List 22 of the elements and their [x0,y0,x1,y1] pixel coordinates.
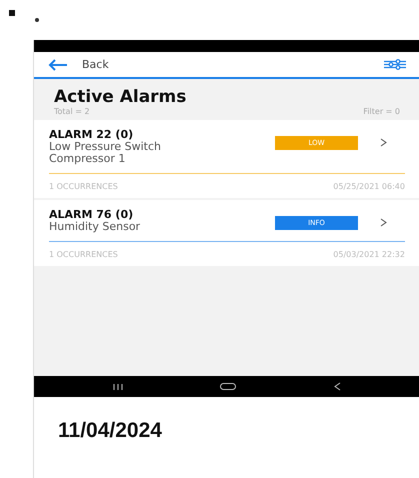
chevron-right-icon[interactable] [380,138,387,147]
home-icon[interactable] [220,383,236,390]
alarm-description: Humidity Sensor [49,221,142,233]
recent-apps-icon[interactable] [112,384,123,390]
occurrence-count: 1 OCCURRENCES [49,182,118,191]
alarm-description: Low Pressure Switch Compressor 1 [49,141,162,165]
dot-icon [35,18,39,22]
total-count: Total = 2 [54,107,90,116]
chevron-right-icon[interactable] [380,218,387,227]
filter-settings-icon[interactable] [384,59,406,70]
back-icon[interactable] [334,382,342,391]
alarm-title: ALARM 76 (0) [49,208,134,221]
bullet-icon [9,10,15,16]
occurrence-count: 1 OCCURRENCES [49,250,118,259]
back-arrow-icon[interactable] [48,58,68,70]
page-title: Active Alarms [54,87,188,107]
filter-count: Filter = 0 [363,107,400,116]
alarm-title: ALARM 22 (0) [49,128,134,141]
back-link[interactable]: Back [82,58,109,71]
date-caption: 11/04/2024 [58,419,163,443]
alarm-timestamp: 05/03/2021 22:32 [333,250,405,259]
alarm-timestamp: 05/25/2021 06:40 [333,182,405,191]
